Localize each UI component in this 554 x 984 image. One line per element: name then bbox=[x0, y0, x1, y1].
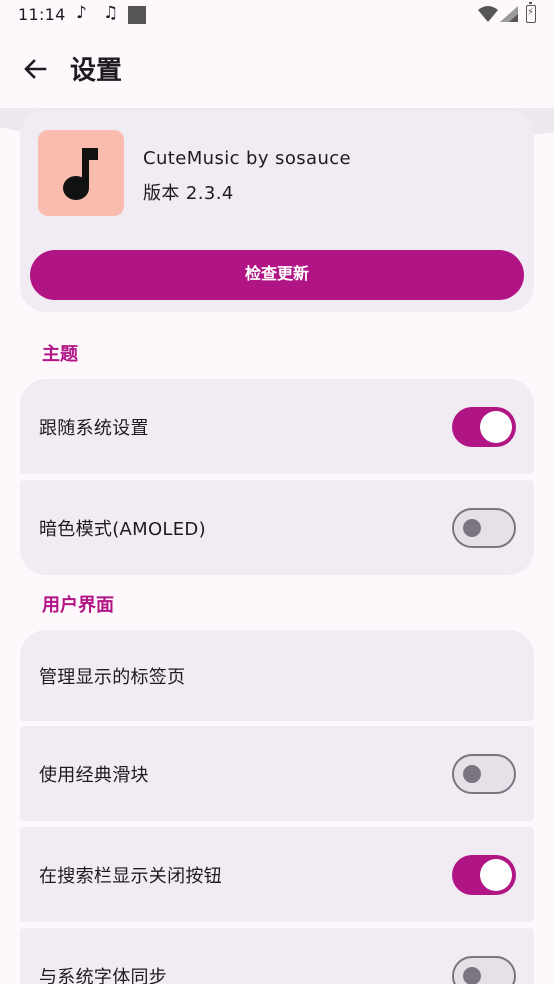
music-note-icon bbox=[63, 148, 98, 200]
amoled-switch[interactable] bbox=[452, 507, 516, 548]
settings-list[interactable]: CuteMusic by sosauce 版本 2.3.4 检查更新 主题 跟随… bbox=[0, 108, 554, 984]
switch-knob bbox=[480, 858, 512, 891]
arrow-back-icon[interactable] bbox=[20, 54, 50, 84]
switch-knob bbox=[463, 518, 481, 537]
section-title-theme: 主题 bbox=[42, 344, 78, 365]
setting-label: 管理显示的标签页 bbox=[39, 666, 186, 688]
setting-label: 暗色模式(AMOLED) bbox=[39, 518, 206, 540]
wifi-icon bbox=[478, 6, 498, 22]
setting-label: 跟随系统设置 bbox=[39, 417, 149, 439]
music-notes-icon: ♫ bbox=[103, 3, 119, 23]
settings-screen: 11:14 ♪ ♫ ⚡ 设置 CuteMusic by sosauce 版本 2… bbox=[0, 0, 554, 984]
setting-sync-system-font[interactable]: 与系统字体同步 bbox=[20, 928, 534, 984]
check-update-button[interactable]: 检查更新 bbox=[30, 250, 524, 300]
setting-manage-tabs[interactable]: 管理显示的标签页 bbox=[20, 630, 534, 721]
setting-label: 与系统字体同步 bbox=[39, 966, 168, 984]
setting-amoled-dark-mode[interactable]: 暗色模式(AMOLED) bbox=[20, 480, 534, 575]
setting-follow-system[interactable]: 跟随系统设置 bbox=[20, 379, 534, 474]
switch-knob bbox=[480, 410, 512, 443]
about-card: CuteMusic by sosauce 版本 2.3.4 检查更新 bbox=[20, 110, 534, 312]
sync-font-switch[interactable] bbox=[452, 955, 516, 984]
setting-search-close-button[interactable]: 在搜索栏显示关闭按钮 bbox=[20, 827, 534, 922]
switch-knob bbox=[463, 966, 481, 984]
setting-label: 使用经典滑块 bbox=[39, 764, 149, 786]
search-close-switch[interactable] bbox=[452, 854, 516, 895]
app-icon bbox=[38, 130, 124, 216]
follow-system-switch[interactable] bbox=[452, 406, 516, 447]
setting-label: 在搜索栏显示关闭按钮 bbox=[39, 865, 222, 887]
section-title-ui: 用户界面 bbox=[42, 595, 114, 616]
app-bar: 设置 bbox=[0, 32, 554, 108]
music-note-icon: ♪ bbox=[76, 3, 87, 23]
stop-square-icon bbox=[128, 6, 146, 24]
signal-icon bbox=[500, 6, 518, 22]
status-time: 11:14 bbox=[18, 5, 66, 24]
page-title: 设置 bbox=[70, 56, 123, 86]
switch-knob bbox=[463, 764, 481, 783]
classic-slider-switch[interactable] bbox=[452, 753, 516, 794]
setting-classic-slider[interactable]: 使用经典滑块 bbox=[20, 726, 534, 821]
battery-icon: ⚡ bbox=[526, 2, 536, 23]
app-version: 版本 2.3.4 bbox=[143, 183, 234, 204]
app-name: CuteMusic by sosauce bbox=[143, 148, 352, 169]
status-bar: 11:14 ♪ ♫ ⚡ bbox=[0, 0, 554, 32]
